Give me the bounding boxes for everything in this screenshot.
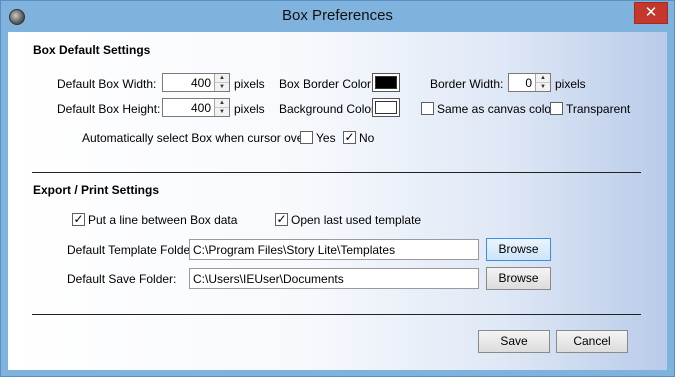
footer-divider [32,314,641,315]
box-width-unit: pixels [234,77,265,91]
save-folder-input[interactable]: C:\Users\IEUser\Documents [189,268,479,289]
box-height-spin-buttons[interactable]: ▲ ▼ [214,99,229,116]
template-browse-button[interactable]: Browse [486,238,551,261]
border-width-stepper[interactable]: 0 ▲ ▼ [508,73,551,92]
same-as-canvas-checkbox[interactable] [421,102,434,115]
border-width-spin-buttons[interactable]: ▲ ▼ [535,74,550,91]
title-bar[interactable]: Box Preferences ✕ [1,1,674,32]
export-settings-heading: Export / Print Settings [33,183,160,197]
spin-up-icon[interactable]: ▲ [536,74,550,82]
auto-select-no-checkbox[interactable]: ✓ [343,131,356,144]
checkmark-icon: ✓ [73,212,84,226]
box-width-stepper[interactable]: 400 ▲ ▼ [162,73,230,92]
border-width-value: 0 [525,76,532,90]
spin-down-icon[interactable]: ▼ [536,82,550,91]
cancel-button[interactable]: Cancel [556,330,628,353]
auto-select-no-label: No [359,131,375,145]
open-last-template-label: Open last used template [291,213,422,227]
window-title: Box Preferences [282,7,393,24]
save-folder-label: Default Save Folder: [67,272,177,286]
checkmark-icon: ✓ [276,212,287,226]
line-between-checkbox[interactable]: ✓ [72,213,85,226]
save-button[interactable]: Save [478,330,550,353]
border-color-swatch[interactable] [372,73,400,92]
section-divider [32,172,641,173]
border-width-label: Border Width: [430,77,504,91]
background-color-label: Background Color: [279,102,379,116]
box-width-spin-buttons[interactable]: ▲ ▼ [214,74,229,91]
same-as-canvas-label: Same as canvas color [437,102,556,116]
dialog-body: Box Default Settings Default Box Width: … [8,32,667,370]
border-color-label: Box Border Color: [279,77,375,91]
box-width-value: 400 [190,76,211,90]
transparent-checkbox[interactable] [550,102,563,115]
template-folder-input[interactable]: C:\Program Files\Story Lite\Templates [189,239,479,260]
auto-select-yes-label: Yes [316,131,336,145]
auto-select-label: Automatically select Box when cursor ove… [82,131,311,145]
spin-down-icon[interactable]: ▼ [215,82,229,91]
border-width-unit: pixels [555,77,586,91]
background-color-fill [375,101,397,114]
border-color-fill [375,76,397,89]
box-width-label: Default Box Width: [57,77,157,91]
template-folder-label: Default Template Folder: [67,243,198,257]
spin-up-icon[interactable]: ▲ [215,99,229,107]
close-button[interactable]: ✕ [634,2,668,24]
box-height-stepper[interactable]: 400 ▲ ▼ [162,98,230,117]
box-height-label: Default Box Height: [57,102,161,116]
box-height-value: 400 [190,101,211,115]
spin-up-icon[interactable]: ▲ [215,74,229,82]
spin-down-icon[interactable]: ▼ [215,107,229,116]
transparent-label: Transparent [566,102,631,116]
line-between-label: Put a line between Box data [88,213,238,227]
open-last-template-checkbox[interactable]: ✓ [275,213,288,226]
save-folder-browse-button[interactable]: Browse [486,267,551,290]
box-height-unit: pixels [234,102,265,116]
auto-select-yes-checkbox[interactable] [300,131,313,144]
preferences-window: Box Preferences ✕ Box Default Settings D… [0,0,675,377]
checkmark-icon: ✓ [344,130,355,144]
close-icon: ✕ [644,4,658,21]
box-settings-heading: Box Default Settings [33,43,151,57]
background-color-swatch[interactable] [372,98,400,117]
